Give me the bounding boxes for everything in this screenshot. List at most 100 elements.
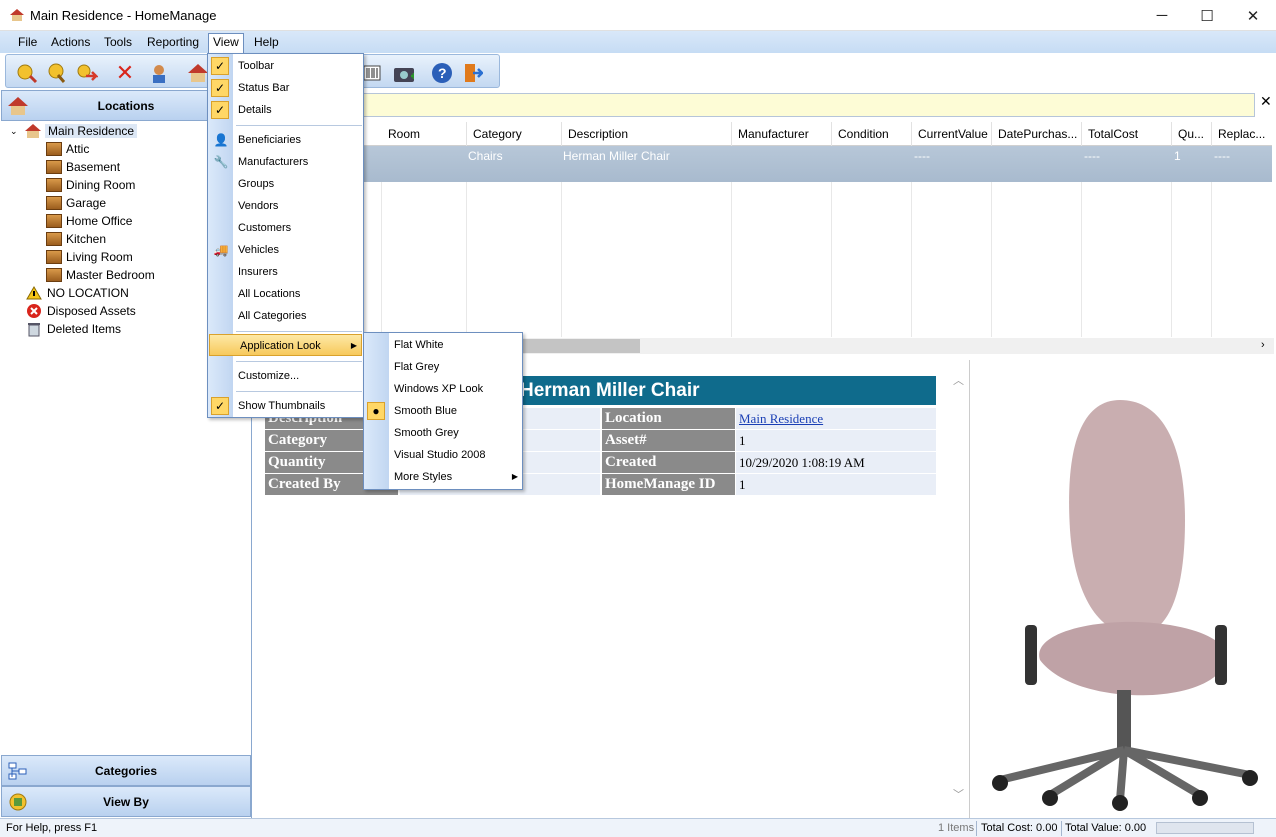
- menu-item-groups[interactable]: Groups: [208, 173, 363, 195]
- column-total-cost[interactable]: TotalCost: [1082, 122, 1172, 146]
- grid-header: Room Category Description Manufacturer C…: [256, 122, 1272, 146]
- menu-label: All Categories: [238, 310, 307, 322]
- camera-icon[interactable]: [392, 62, 414, 84]
- column-room[interactable]: Room: [382, 122, 467, 146]
- detail-title: Herman Miller Chair: [520, 380, 700, 401]
- column-description[interactable]: Description: [562, 122, 732, 146]
- menu-help[interactable]: Help: [250, 34, 283, 51]
- grid-divider: [381, 182, 382, 337]
- tree-item-attic[interactable]: Attic: [46, 140, 89, 158]
- menu-item-status-bar[interactable]: ✓ Status Bar: [208, 77, 363, 99]
- detail-vertical-scrollbar[interactable]: ︿ ﹀: [950, 372, 966, 802]
- look-windows-xp[interactable]: Windows XP Look: [364, 378, 522, 400]
- menu-separator: [236, 361, 362, 362]
- categories-header[interactable]: Categories: [1, 755, 251, 786]
- scroll-right-icon[interactable]: ›: [1261, 339, 1265, 351]
- status-separator: [1061, 821, 1062, 836]
- menu-item-manufacturers[interactable]: 🔧 Manufacturers: [208, 151, 363, 173]
- search-person-icon[interactable]: [149, 62, 171, 84]
- grid-divider: [1211, 182, 1212, 337]
- tree-item-no-location[interactable]: NO LOCATION: [26, 284, 129, 302]
- menu-item-customers[interactable]: Customers: [208, 217, 363, 239]
- tree-item-dining-room[interactable]: Dining Room: [46, 176, 135, 194]
- check-icon: ✓: [211, 57, 229, 75]
- column-manufacturer[interactable]: Manufacturer: [732, 122, 832, 146]
- location-link[interactable]: Main Residence: [739, 411, 823, 426]
- table-row-selected[interactable]: [256, 146, 1272, 182]
- view-by-header[interactable]: View By: [1, 786, 251, 817]
- tree-label: Home Office: [66, 214, 133, 228]
- tree-item-deleted-items[interactable]: Deleted Items: [26, 320, 121, 338]
- menu-separator: [236, 125, 362, 126]
- filter-bar[interactable]: [363, 93, 1255, 117]
- menu-actions[interactable]: Actions: [47, 34, 94, 51]
- menu-view[interactable]: View: [208, 33, 244, 53]
- menu-bar: File Actions Tools Reporting View Help: [0, 31, 1276, 53]
- look-flat-grey[interactable]: Flat Grey: [364, 356, 522, 378]
- detail-label-created: Created: [602, 452, 735, 473]
- column-date-purchased[interactable]: DatePurchas...: [992, 122, 1082, 146]
- detail-value-homemanage-id: 1: [736, 474, 936, 495]
- help-icon[interactable]: ?: [431, 62, 453, 84]
- barcode-icon[interactable]: [361, 62, 383, 84]
- add-item-icon[interactable]: [16, 62, 38, 84]
- tree-item-basement[interactable]: Basement: [46, 158, 120, 176]
- menu-item-vendors[interactable]: Vendors: [208, 195, 363, 217]
- menu-item-all-categories[interactable]: All Categories: [208, 305, 363, 327]
- menu-item-insurers[interactable]: Insurers: [208, 261, 363, 283]
- menu-tools[interactable]: Tools: [100, 34, 136, 51]
- column-current-value[interactable]: CurrentValue: [912, 122, 992, 146]
- close-filter-icon[interactable]: ✕: [1260, 93, 1272, 110]
- column-replacement[interactable]: Replac...: [1212, 122, 1272, 146]
- application-look-submenu: Flat White Flat Grey Windows XP Look ● Sm…: [363, 332, 523, 490]
- column-category[interactable]: Category: [467, 122, 562, 146]
- disposed-icon: [27, 304, 41, 318]
- look-smooth-blue[interactable]: ● Smooth Blue: [364, 400, 522, 422]
- look-visual-studio-2008[interactable]: Visual Studio 2008: [364, 444, 522, 466]
- menu-item-toolbar[interactable]: ✓ Toolbar: [208, 55, 363, 77]
- move-item-icon[interactable]: [76, 62, 98, 84]
- detail-value-location: Main Residence: [736, 408, 936, 429]
- tree-item-kitchen[interactable]: Kitchen: [46, 230, 106, 248]
- menu-item-details[interactable]: ✓ Details: [208, 99, 363, 121]
- tree-item-home-office[interactable]: Home Office: [46, 212, 132, 230]
- status-help-text: For Help, press F1: [6, 822, 98, 834]
- status-item-count: 1 Items: [938, 822, 975, 834]
- look-smooth-grey[interactable]: Smooth Grey: [364, 422, 522, 444]
- menu-item-application-look[interactable]: Application Look ▶: [209, 334, 362, 356]
- close-button[interactable]: ✕: [1230, 0, 1276, 31]
- expand-toggle-icon[interactable]: ⌄: [10, 126, 24, 137]
- tree-label: Attic: [66, 142, 90, 156]
- menu-reporting[interactable]: Reporting: [143, 34, 203, 51]
- menu-item-all-locations[interactable]: All Locations: [208, 283, 363, 305]
- exit-icon[interactable]: [461, 62, 483, 84]
- look-more-styles[interactable]: More Styles ▶: [364, 466, 522, 488]
- menu-label: Toolbar: [238, 60, 275, 72]
- maximize-button[interactable]: ☐: [1184, 0, 1230, 31]
- menu-item-show-thumbnails[interactable]: ✓ Show Thumbnails: [208, 395, 363, 417]
- scroll-down-icon[interactable]: ﹀: [953, 786, 964, 802]
- menu-item-customize[interactable]: Customize...: [208, 365, 363, 387]
- menu-label: Smooth Blue: [394, 405, 457, 417]
- menu-file[interactable]: File: [14, 34, 41, 51]
- tree-item-master-bedroom[interactable]: Master Bedroom: [46, 266, 155, 284]
- tree-label: Kitchen: [66, 232, 107, 246]
- column-quantity[interactable]: Qu...: [1172, 122, 1212, 146]
- menu-item-beneficiaries[interactable]: 👤 Beneficiaries: [208, 129, 363, 151]
- minimize-button[interactable]: ─: [1139, 0, 1185, 31]
- warning-icon: [26, 286, 42, 300]
- tree-item-main-residence[interactable]: ⌄ Main Residence: [10, 122, 138, 140]
- look-flat-white[interactable]: Flat White: [364, 334, 522, 356]
- scroll-up-icon[interactable]: ︿: [953, 372, 964, 388]
- delete-icon[interactable]: ✕: [114, 60, 136, 85]
- box-icon: [46, 268, 62, 282]
- cell-category: Chairs: [468, 149, 503, 163]
- menu-item-vehicles[interactable]: 🚚 Vehicles: [208, 239, 363, 261]
- house-icon[interactable]: [187, 62, 209, 84]
- column-condition[interactable]: Condition: [832, 122, 912, 146]
- tree-item-garage[interactable]: Garage: [46, 194, 106, 212]
- grid-divider: [731, 182, 732, 337]
- tree-item-living-room[interactable]: Living Room: [46, 248, 133, 266]
- find-icon[interactable]: [46, 62, 68, 84]
- tree-item-disposed-assets[interactable]: Disposed Assets: [26, 302, 136, 320]
